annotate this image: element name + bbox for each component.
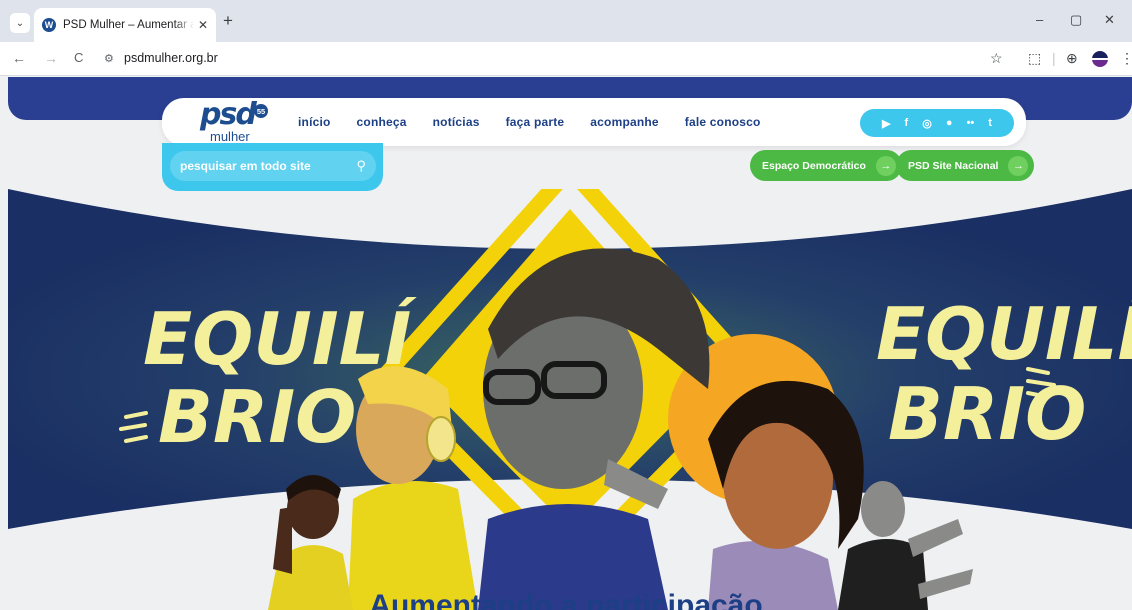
hero-word-right-top: EQUILÍ	[876, 292, 1132, 376]
flickr-icon[interactable]: ••	[967, 117, 975, 129]
arrow-right-icon: →	[875, 155, 896, 176]
toolbar-divider: |	[1052, 50, 1056, 66]
restore-button[interactable]: ▢	[1070, 12, 1082, 28]
facebook-icon[interactable]: f	[905, 117, 909, 129]
wordpress-icon: W	[42, 18, 56, 32]
reload-button[interactable]: C	[74, 50, 83, 65]
tumblr-icon[interactable]: t	[988, 117, 992, 129]
youtube-icon[interactable]: ▶	[882, 117, 890, 130]
spotify-icon[interactable]: ●	[946, 117, 953, 129]
search-input[interactable]	[180, 159, 357, 173]
browser-tab[interactable]: W PSD Mulher – Aumentar a participação ✕	[34, 8, 216, 42]
site-navbar: psd 55 mulher início conheça notícias fa…	[162, 97, 1026, 146]
main-menu: início conheça notícias faça parte acomp…	[298, 115, 761, 129]
psd-site-nacional-button[interactable]: PSD Site Nacional →	[896, 150, 1035, 181]
menu-item-noticias[interactable]: notícias	[433, 115, 480, 129]
arrow-right-icon: →	[1008, 155, 1029, 176]
close-window-button[interactable]: ✕	[1104, 12, 1115, 28]
hero-banner: EQUILÍ BRIO EQUILÍ BRIO	[8, 189, 1132, 610]
espaco-democratico-label: Espaço Democrático	[762, 159, 866, 172]
site-info-icon[interactable]: ⚙	[104, 52, 114, 65]
tab-search-menu-button[interactable]: ⌄	[10, 13, 30, 33]
address-bar[interactable]: psdmulher.org.br	[124, 51, 218, 65]
hero-word-right-bottom: BRIO	[888, 372, 1086, 456]
profile-avatar[interactable]	[1092, 51, 1108, 67]
instagram-icon[interactable]: ◎	[922, 117, 932, 130]
menu-item-fale-conosco[interactable]: fale conosco	[685, 115, 761, 129]
logo-mulher-text: mulher	[210, 129, 250, 144]
logo-55-badge: 55	[254, 104, 268, 118]
minimize-button[interactable]: –	[1036, 12, 1043, 27]
web-page: EQUILÍ BRIO EQUILÍ BRIO psd 55 mulher in…	[0, 77, 1132, 610]
close-tab-icon[interactable]: ✕	[198, 18, 208, 32]
curly-hair-woman-illustration	[708, 380, 864, 610]
menu-item-acompanhe[interactable]: acompanhe	[590, 115, 659, 129]
bookmark-star-icon[interactable]: ☆	[990, 50, 1003, 67]
hero-word-left-bottom: BRIO	[158, 375, 356, 459]
search-box: ⚲	[170, 151, 376, 181]
hero-word-left-top: EQUILÍ	[143, 297, 418, 381]
menu-item-conheca[interactable]: conheça	[357, 115, 407, 129]
browser-toolbar: ← → C ⚙ psdmulher.org.br ☆ ⬚ | ⊕ ⋮	[0, 42, 1132, 76]
extensions-icon[interactable]: ⬚	[1028, 50, 1041, 67]
psd-site-nacional-label: PSD Site Nacional	[908, 159, 999, 172]
tab-title: PSD Mulher – Aumentar a participação	[63, 19, 194, 31]
espaco-democratico-button[interactable]: Espaço Democrático →	[750, 150, 902, 181]
psd-mulher-logo[interactable]: psd 55 mulher	[188, 97, 268, 145]
forward-button[interactable]: →	[44, 50, 58, 66]
browser-tabstrip: ⌄ W PSD Mulher – Aumentar a participação…	[0, 0, 1132, 42]
search-panel: ⚲	[162, 143, 383, 191]
new-tab-button[interactable]: +	[223, 12, 233, 29]
section-heading: Aumentando a participação	[369, 589, 763, 610]
social-links: ▶ f ◎ ● •• t	[860, 109, 1014, 137]
menu-item-inicio[interactable]: início	[298, 115, 331, 129]
chat-icon[interactable]: ⊕	[1066, 50, 1078, 67]
logo-psd-text: psd	[200, 97, 257, 132]
search-icon[interactable]: ⚲	[356, 158, 366, 174]
back-button[interactable]: ←	[12, 50, 26, 66]
menu-item-faca-parte[interactable]: faça parte	[506, 115, 565, 129]
browser-menu-icon[interactable]: ⋮	[1120, 50, 1132, 67]
